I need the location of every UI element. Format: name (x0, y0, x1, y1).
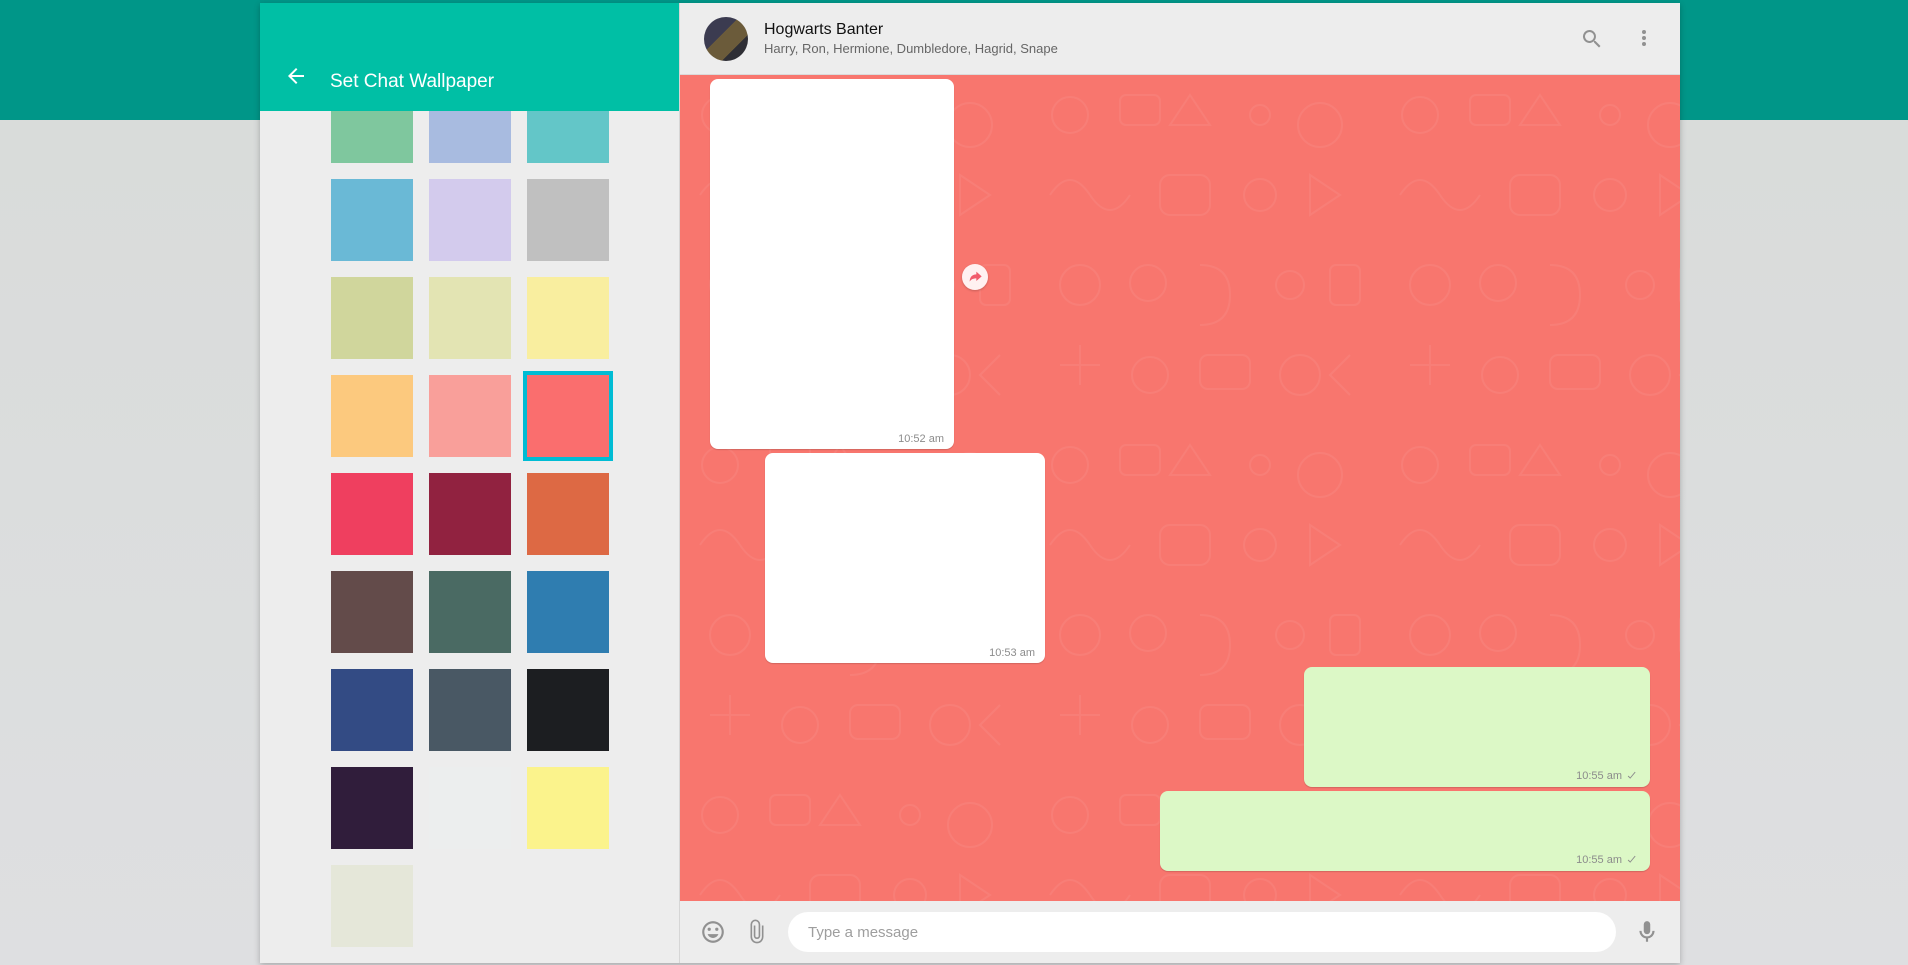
wallpaper-swatch-scroll[interactable] (260, 111, 679, 963)
message-bubble[interactable]: 10:55 am (1160, 791, 1650, 871)
message-bubble[interactable]: 10:52 am (710, 79, 954, 449)
wallpaper-panel: Set Chat Wallpaper (260, 3, 680, 963)
wallpaper-swatch-grid (316, 111, 623, 947)
chat-meta[interactable]: Hogwarts Banter Harry, Ron, Hermione, Du… (764, 21, 1564, 56)
wallpaper-swatch[interactable] (331, 111, 413, 163)
emoji-icon[interactable] (700, 919, 726, 945)
wallpaper-swatch[interactable] (429, 375, 511, 457)
wallpaper-swatch[interactable] (429, 767, 511, 849)
arrow-left-icon (284, 64, 308, 88)
wallpaper-swatch[interactable] (331, 473, 413, 555)
message-composer (788, 912, 1616, 952)
wallpaper-swatch[interactable] (527, 669, 609, 751)
chat-name: Hogwarts Banter (764, 21, 1564, 39)
chat-avatar[interactable] (704, 17, 748, 61)
wallpaper-swatch[interactable] (331, 669, 413, 751)
mic-icon[interactable] (1634, 919, 1660, 945)
wallpaper-swatch[interactable] (527, 473, 609, 555)
wallpaper-swatch[interactable] (527, 767, 609, 849)
chat-header-actions (1580, 27, 1656, 51)
message-time: 10:55 am (1576, 853, 1640, 867)
back-button[interactable] (284, 64, 308, 93)
wallpaper-swatch[interactable] (527, 277, 609, 359)
wallpaper-panel-header: Set Chat Wallpaper (260, 3, 679, 111)
chat-header: Hogwarts Banter Harry, Ron, Hermione, Du… (680, 3, 1680, 75)
message-time: 10:53 am (989, 647, 1035, 659)
message-input[interactable] (808, 924, 1596, 941)
chat-body: 10:52 am 10:53 am 10:55 am 10:55 am (680, 75, 1680, 901)
message-bubble[interactable]: 10:55 am (1304, 667, 1650, 787)
message-time: 10:52 am (898, 433, 944, 445)
chat-members: Harry, Ron, Hermione, Dumbledore, Hagrid… (764, 41, 1564, 56)
message-list[interactable]: 10:52 am 10:53 am 10:55 am 10:55 am (680, 75, 1680, 901)
chat-footer (680, 901, 1680, 963)
wallpaper-swatch[interactable] (527, 179, 609, 261)
message-bubble[interactable]: 10:53 am (765, 453, 1045, 663)
wallpaper-swatch[interactable] (429, 277, 511, 359)
wallpaper-swatch[interactable] (429, 669, 511, 751)
search-icon[interactable] (1580, 27, 1604, 51)
forward-button[interactable] (962, 264, 988, 290)
wallpaper-swatch[interactable] (429, 111, 511, 163)
wallpaper-swatch[interactable] (527, 111, 609, 163)
wallpaper-swatch[interactable] (331, 375, 413, 457)
app-window: Set Chat Wallpaper Hogwarts Banter Harry… (260, 3, 1680, 963)
wallpaper-swatch[interactable] (429, 473, 511, 555)
wallpaper-swatch[interactable] (331, 767, 413, 849)
wallpaper-panel-title: Set Chat Wallpaper (330, 71, 494, 93)
wallpaper-swatch[interactable] (429, 179, 511, 261)
attach-icon[interactable] (744, 919, 770, 945)
wallpaper-swatch[interactable] (527, 571, 609, 653)
chat-panel: Hogwarts Banter Harry, Ron, Hermione, Du… (680, 3, 1680, 963)
wallpaper-swatch[interactable] (527, 375, 609, 457)
wallpaper-swatch[interactable] (331, 179, 413, 261)
message-time: 10:55 am (1576, 769, 1640, 783)
wallpaper-swatch[interactable] (331, 277, 413, 359)
menu-icon[interactable] (1632, 27, 1656, 51)
wallpaper-swatch[interactable] (331, 571, 413, 653)
wallpaper-swatch[interactable] (331, 865, 413, 947)
wallpaper-swatch[interactable] (429, 571, 511, 653)
